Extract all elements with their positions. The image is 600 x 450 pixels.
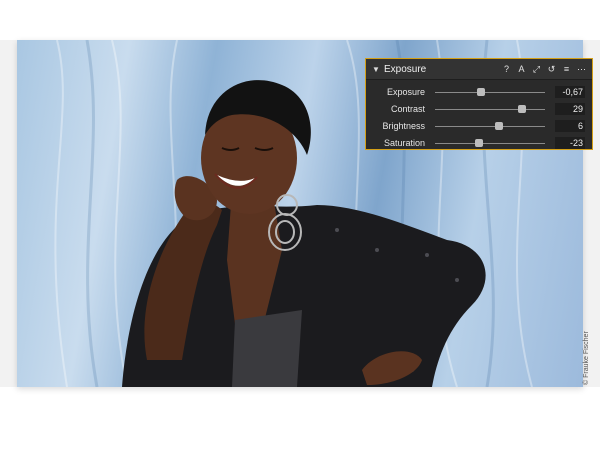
slider-track <box>435 125 545 127</box>
chevron-down-icon[interactable]: ▼ <box>372 65 382 74</box>
panel-header: ▼ Exposure ? A ⤢ ↺ ≡ ⋯ <box>366 59 592 80</box>
slider-value-field[interactable]: 6 <box>555 119 585 132</box>
slider-value-field[interactable]: -0,67 <box>555 85 585 98</box>
slider-label: Contrast <box>390 103 425 114</box>
slider-list: Exposure -0,67 Contrast 29 Brightness 6 <box>366 80 592 151</box>
slider-label: Brightness <box>382 120 425 131</box>
slider-thumb[interactable] <box>477 87 486 96</box>
slider-thumb[interactable] <box>494 121 503 130</box>
auto-adjust-icon[interactable]: A <box>517 64 526 74</box>
more-icon[interactable]: ⋯ <box>577 64 586 74</box>
photo-credit: © Frauke Fischer <box>583 331 590 385</box>
presets-icon[interactable]: ≡ <box>562 64 571 74</box>
contrast-slider[interactable] <box>435 104 545 114</box>
slider-thumb[interactable] <box>475 138 483 147</box>
copy-adjustments-icon[interactable]: ⤢ <box>532 64 541 74</box>
slider-track <box>435 91 545 93</box>
slider-row-brightness: Brightness 6 <box>366 117 592 134</box>
brightness-slider[interactable] <box>435 121 545 131</box>
help-icon[interactable]: ? <box>502 64 511 74</box>
panel-toolbar: ? A ⤢ ↺ ≡ ⋯ <box>502 64 586 74</box>
exposure-panel: ▼ Exposure ? A ⤢ ↺ ≡ ⋯ Exposure -0,67 Co… <box>365 58 593 150</box>
exposure-slider[interactable] <box>435 87 545 97</box>
slider-label: Exposure <box>386 86 425 97</box>
slider-value-field[interactable]: -23 <box>555 136 585 149</box>
slider-thumb[interactable] <box>517 104 526 113</box>
slider-track <box>435 108 545 110</box>
slider-row-exposure: Exposure -0,67 <box>366 83 592 100</box>
slider-row-saturation: Saturation -23 <box>366 134 592 151</box>
saturation-slider[interactable] <box>435 138 545 148</box>
reset-icon[interactable]: ↺ <box>547 64 556 74</box>
slider-row-contrast: Contrast 29 <box>366 100 592 117</box>
slider-value-field[interactable]: 29 <box>555 102 585 115</box>
slider-track <box>435 142 545 144</box>
slider-label: Saturation <box>383 137 425 148</box>
panel-title: Exposure <box>384 63 427 75</box>
